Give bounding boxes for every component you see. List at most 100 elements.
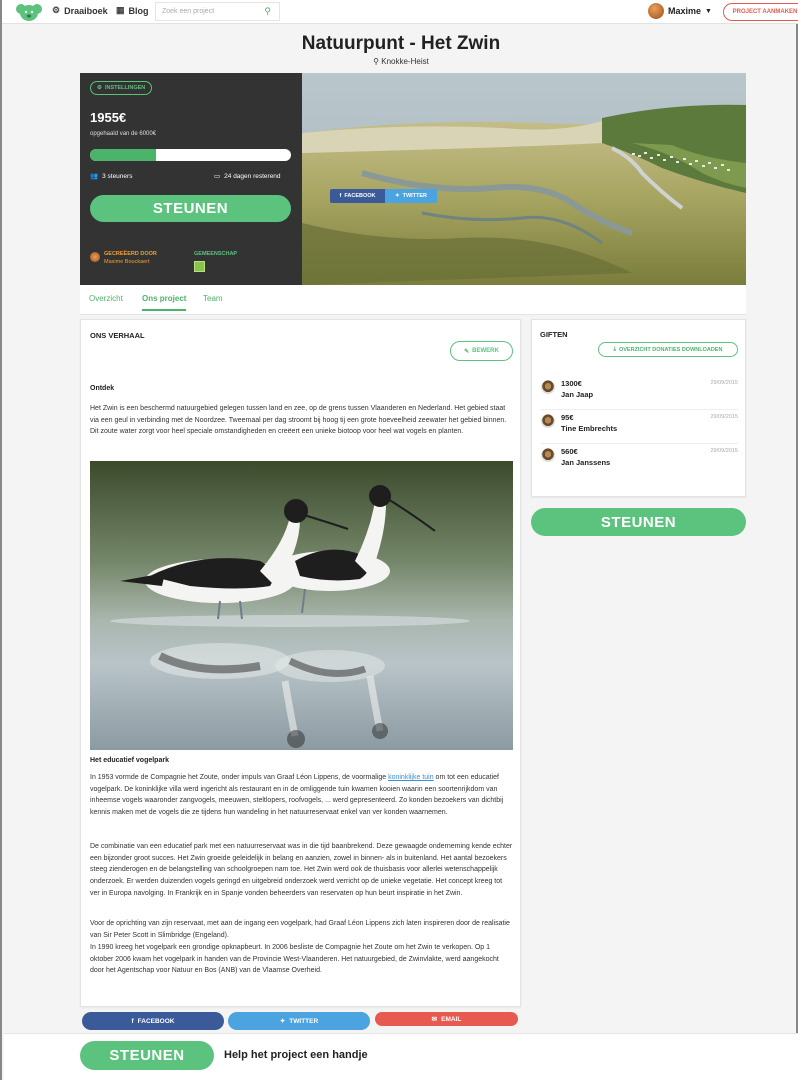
donations-card: GIFTEN ⤓ OVERZICHT DONATIES DOWNLOADEN 1…	[531, 319, 746, 497]
donation-date: 29/09/2015	[710, 414, 738, 420]
avatar	[541, 414, 555, 428]
section-title: Het educatief vogelpark	[90, 757, 169, 764]
tab-team[interactable]: Team	[203, 294, 223, 303]
avatar	[541, 380, 555, 394]
pencil-icon: ✎	[464, 348, 470, 355]
donation-row: 1300€ Jan Jaap 29/09/2015	[541, 377, 738, 410]
download-label: OVERZICHT DONATIES DOWNLOADEN	[618, 346, 723, 353]
support-button[interactable]: STEUNEN	[90, 195, 291, 222]
nav-link-draaiboek[interactable]: ⚙ Draaiboek	[52, 5, 108, 16]
story-heading: ONS VERHAAL	[90, 331, 145, 340]
twitter-icon: ✦	[394, 193, 400, 199]
royal-garden-link[interactable]: koninklijke tuin	[388, 774, 434, 781]
email-icon: ✉	[431, 1016, 438, 1023]
aerial-landscape-image	[302, 73, 746, 285]
sticky-footer: STEUNEN Help het project een handje	[4, 1033, 798, 1080]
community-badge-icon[interactable]	[194, 261, 205, 272]
nav-link-label: Draaiboek	[64, 5, 108, 16]
supporters-count: 3 steuners	[102, 172, 133, 180]
donations-heading: GIFTEN	[540, 330, 568, 339]
facebook-label: FACEBOOK	[137, 1017, 175, 1025]
section-text-part: In 1953 vormde de Compagnie het Zoute, o…	[90, 774, 389, 781]
donation-date: 29/09/2015	[710, 380, 738, 386]
settings-label: INSTELLINGEN	[104, 85, 146, 91]
avatar	[90, 252, 100, 262]
creator-name[interactable]: Maxime Bouckaert	[104, 259, 157, 265]
hero-twitter-button[interactable]: ✦ TWITTER	[385, 189, 437, 203]
calendar-icon: ▭	[214, 173, 221, 180]
goal-text: opgehaald van de 6000€	[90, 131, 157, 137]
creator-info: GECREËERD DOOR Maxime Bouckaert	[90, 251, 157, 265]
section-title: Ontdek	[90, 385, 115, 392]
funding-panel: ⚙ INSTELLINGEN 1955€ opgehaald van de 60…	[80, 73, 302, 285]
users-icon: 👥	[90, 173, 99, 180]
community-label: GEMEENSCHAP	[194, 251, 238, 257]
tab-overzicht[interactable]: Overzicht	[89, 294, 123, 303]
supporters-stat: 👥 3 steuners	[90, 172, 133, 181]
sidebar-support-button[interactable]: STEUNEN	[531, 508, 746, 536]
search-icon[interactable]: ⚲	[264, 6, 271, 17]
gear-icon: ⚙	[97, 85, 102, 91]
donation-amount: 95€	[561, 413, 574, 422]
twitter-label: TWITTER	[402, 193, 428, 199]
days-left-stat: ▭ 24 dagen resterend	[214, 172, 281, 181]
download-icon: ⤓	[613, 346, 616, 352]
tab-ons-project[interactable]: Ons project	[142, 294, 187, 311]
email-label: EMAIL	[441, 1015, 462, 1023]
chevron-down-icon: ▼	[705, 7, 712, 15]
donor-name: Jan Janssens	[561, 458, 611, 467]
facebook-icon: f	[339, 193, 342, 199]
donor-name: Tine Embrechts	[561, 424, 618, 433]
section-text: De combinatie van een educatief park met…	[90, 843, 513, 897]
search-placeholder: Zoek een project	[162, 8, 215, 15]
section-text: In 1990 kreeg het vogelpark een grondige…	[90, 944, 499, 975]
settings-button[interactable]: ⚙ INSTELLINGEN	[90, 81, 153, 95]
koala-logo-icon[interactable]	[16, 2, 42, 22]
top-navbar: ⚙ Draaiboek ▦ Blog Zoek een project ⚲ Ma…	[2, 0, 798, 24]
donation-row: 560€ Jan Janssens 29/09/2015	[541, 445, 738, 478]
twitter-label: TWITTER	[289, 1017, 319, 1025]
raised-amount: 1955€	[90, 110, 127, 125]
user-name: Maxime	[668, 6, 702, 16]
nav-link-label: Blog	[128, 5, 149, 16]
gears-icon: ⚙	[52, 5, 61, 15]
footer-support-button[interactable]: STEUNEN	[80, 1041, 214, 1070]
share-twitter-button[interactable]: ✦ TWITTER	[228, 1012, 370, 1030]
search-input[interactable]: Zoek een project ⚲	[155, 2, 280, 21]
blog-icon: ▦	[116, 5, 125, 15]
download-donations-button[interactable]: ⤓ OVERZICHT DONATIES DOWNLOADEN	[598, 342, 738, 357]
avocet-photo	[90, 461, 513, 750]
share-facebook-button[interactable]: f FACEBOOK	[82, 1012, 224, 1030]
project-tabs: Overzicht Ons project Team	[80, 285, 746, 315]
user-menu[interactable]: Maxime ▼	[648, 3, 712, 19]
section-text: Het Zwin is een beschermd natuurgebied g…	[90, 405, 507, 436]
edit-label: BEWERK	[472, 348, 499, 354]
section-text: Voor de oprichting van zijn reservaat, m…	[90, 920, 510, 939]
created-by-label: GECREËERD DOOR	[104, 251, 157, 257]
funding-progress-bar	[90, 149, 291, 161]
avatar	[648, 3, 664, 19]
footer-tagline: Help het project een handje	[224, 1049, 368, 1061]
days-left: 24 dagen resterend	[224, 172, 281, 180]
nav-link-blog[interactable]: ▦ Blog	[116, 5, 149, 16]
hero-facebook-button[interactable]: f FACEBOOK	[330, 189, 385, 203]
page-title: Natuurpunt - Het Zwin	[301, 33, 501, 54]
share-email-button[interactable]: ✉ EMAIL	[375, 1012, 518, 1026]
donation-amount: 560€	[561, 447, 578, 456]
facebook-icon: f	[131, 1017, 134, 1025]
donation-row: 95€ Tine Embrechts 29/09/2015	[541, 411, 738, 444]
twitter-icon: ✦	[279, 1018, 286, 1025]
map-pin-icon: ⚲	[373, 57, 380, 66]
location-label: Knokke-Heist	[381, 57, 429, 66]
edit-button[interactable]: ✎ BEWERK	[450, 341, 513, 361]
facebook-label: FACEBOOK	[344, 193, 376, 199]
section-text: In 1953 vormde de Compagnie het Zoute, o…	[90, 772, 513, 819]
create-project-button[interactable]: PROJECT AANMAKEN	[723, 3, 798, 21]
story-card: ONS VERHAAL ✎ BEWERK Ontdek Het Zwin is …	[80, 319, 521, 1007]
donor-name: Jan Jaap	[561, 390, 594, 399]
avatar	[541, 448, 555, 462]
donation-date: 29/09/2015	[710, 448, 738, 454]
progress-fill	[90, 149, 156, 161]
project-hero-image	[302, 73, 746, 285]
page-frame: ⚙ Draaiboek ▦ Blog Zoek een project ⚲ Ma…	[0, 0, 798, 1080]
